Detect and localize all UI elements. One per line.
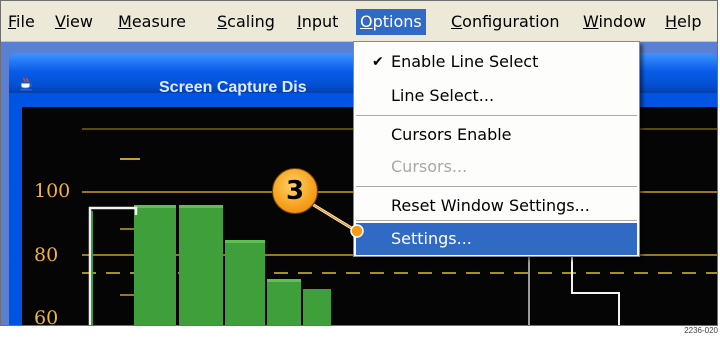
callout-leader-line xyxy=(311,202,364,238)
figure-id: 2236-020 xyxy=(684,326,718,335)
screenshot-frame: File View Measure Scaling Input Options … xyxy=(0,0,718,326)
step-callout: 3 xyxy=(272,168,318,214)
